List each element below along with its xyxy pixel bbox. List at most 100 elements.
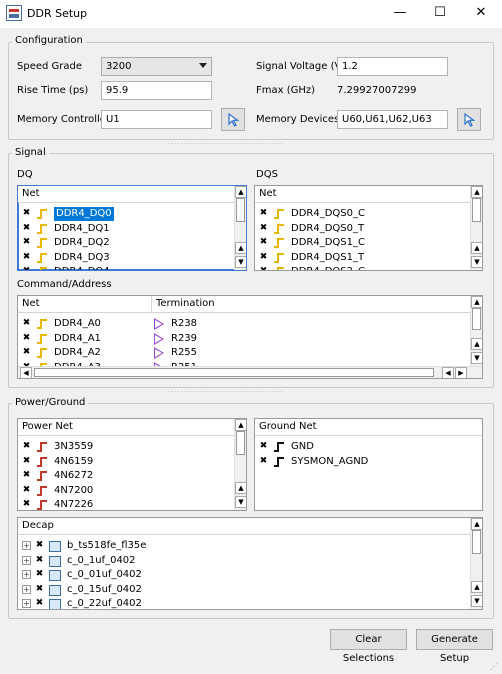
splitter-handle[interactable]: ···································· xyxy=(168,140,284,148)
scroll-up-icon[interactable]: ▲ xyxy=(471,296,482,308)
remove-icon[interactable]: ✖ xyxy=(22,500,31,509)
close-button[interactable]: ✕ xyxy=(473,5,489,21)
memory-controller-input[interactable]: U1 xyxy=(101,110,212,129)
ground-net-header[interactable]: Ground Net xyxy=(255,419,482,436)
remove-icon[interactable]: ✖ xyxy=(22,223,31,233)
rise-time-input[interactable]: 95.9 xyxy=(101,81,212,100)
scroll-up-icon[interactable]: ▲ xyxy=(471,581,482,593)
scroll-up-icon[interactable]: ▲ xyxy=(471,242,482,254)
row-label: GND xyxy=(291,441,314,452)
scroll-up-icon[interactable]: ▲ xyxy=(235,186,246,198)
remove-icon[interactable]: ✖ xyxy=(22,252,31,262)
remove-icon[interactable]: ✖ xyxy=(35,555,44,565)
net-icon xyxy=(274,252,284,263)
remove-icon[interactable]: ✖ xyxy=(22,267,31,271)
power-net-header[interactable]: Power Net xyxy=(18,419,234,436)
remove-icon[interactable]: ✖ xyxy=(22,442,31,451)
remove-icon[interactable]: ✖ xyxy=(259,252,268,262)
dqs-list[interactable]: Net ✖ DDR4_DQS0_C ✖ DDR4_DQS0_T ✖ DDR4_DQS1_C… xyxy=(254,185,483,271)
row-label: DDR4_DQS1_C xyxy=(291,237,365,248)
remove-icon[interactable]: ✖ xyxy=(22,485,31,495)
splitter-handle[interactable]: ···································· xyxy=(168,388,284,396)
scroll-thumb[interactable] xyxy=(236,198,245,222)
expand-icon[interactable]: + xyxy=(22,570,31,579)
ca-vertical-scrollbar[interactable]: ▲ ▲ ▼ xyxy=(470,296,482,366)
scroll-left-icon[interactable]: ◀ xyxy=(20,367,32,378)
dqs-net-header[interactable]: Net xyxy=(255,186,470,203)
row-label: 4N6272 xyxy=(54,470,94,481)
capacitor-icon xyxy=(49,584,61,596)
remove-icon[interactable]: ✖ xyxy=(22,456,31,466)
scroll-up-icon[interactable]: ▲ xyxy=(471,338,482,350)
ca-horizontal-scrollbar[interactable]: ◀ ◀ ▶ xyxy=(18,366,482,378)
dqs-scrollbar[interactable]: ▲ ▲ ▼ xyxy=(470,186,482,270)
expand-icon[interactable]: + xyxy=(22,599,31,608)
remove-icon[interactable]: ✖ xyxy=(35,584,44,594)
scroll-up-icon[interactable]: ▲ xyxy=(235,419,246,431)
scroll-up-icon[interactable]: ▲ xyxy=(235,242,246,254)
fmax-value: 7.29927007299 xyxy=(337,85,417,96)
scroll-right-icon[interactable]: ▶ xyxy=(455,367,467,378)
net-icon xyxy=(274,456,284,467)
ground-net-list[interactable]: Ground Net ✖ GND ✖ SYSMON_AGND xyxy=(254,418,483,511)
power-scrollbar[interactable]: ▲ ▲ ▼ xyxy=(234,419,246,510)
dq-list[interactable]: Net ✖ DDR4_DQ0 ✖ DDR4_DQ1 ✖ DDR4_DQ2 ✖ DDR4_DQ3… xyxy=(17,185,247,271)
scroll-thumb[interactable] xyxy=(236,431,245,455)
scroll-down-icon[interactable]: ▼ xyxy=(235,256,246,268)
command-address-list[interactable]: Net Termination ✖ DDR4_A0 R238 ✖ DDR4_A1 R239… xyxy=(17,295,483,379)
remove-icon[interactable]: ✖ xyxy=(22,319,31,328)
speed-grade-select[interactable]: 3200 xyxy=(101,57,212,76)
memory-devices-pick-button[interactable] xyxy=(457,108,481,131)
remove-icon[interactable]: ✖ xyxy=(259,267,268,271)
remove-icon[interactable]: ✖ xyxy=(259,442,268,451)
remove-icon[interactable]: ✖ xyxy=(22,238,31,247)
row-label: DDR4_DQS0_C xyxy=(291,208,365,219)
remove-icon[interactable]: ✖ xyxy=(259,209,268,218)
remove-icon[interactable]: ✖ xyxy=(35,570,44,579)
expand-icon[interactable]: + xyxy=(22,541,31,550)
power-net-list[interactable]: Power Net ✖ 3N3559 ✖ 4N6159 ✖ 4N6272 ✖ 4N7200 ✖ 4… xyxy=(17,418,247,511)
maximize-button[interactable]: ☐ xyxy=(432,5,448,21)
ca-net-header[interactable]: Net xyxy=(18,296,151,313)
remove-icon[interactable]: ✖ xyxy=(22,471,31,480)
remove-icon[interactable]: ✖ xyxy=(259,223,268,233)
decap-scrollbar[interactable]: ▲ ▲ ▼ xyxy=(470,518,482,609)
decap-header[interactable]: Decap xyxy=(18,518,470,535)
decap-list[interactable]: Decap + ✖ b_ts518fe_fl35e + ✖ c_0_1uf_0402 + ✖ c… xyxy=(17,517,483,610)
scroll-down-icon[interactable]: ▼ xyxy=(235,496,246,508)
net-icon xyxy=(37,500,47,510)
resize-grip-icon[interactable]: ⋰ xyxy=(490,662,498,671)
net-icon xyxy=(37,456,47,467)
scroll-down-icon[interactable]: ▼ xyxy=(471,256,482,268)
scroll-thumb[interactable] xyxy=(472,308,481,330)
termination-icon xyxy=(154,347,164,359)
scroll-down-icon[interactable]: ▼ xyxy=(471,352,482,364)
clear-selections-button[interactable]: Clear Selections xyxy=(330,629,407,664)
scroll-up-icon[interactable]: ▲ xyxy=(471,518,482,530)
memory-controller-pick-button[interactable] xyxy=(221,108,245,131)
remove-icon[interactable]: ✖ xyxy=(35,599,44,608)
scroll-down-icon[interactable]: ▼ xyxy=(471,595,482,607)
remove-icon[interactable]: ✖ xyxy=(22,348,31,357)
scroll-thumb[interactable] xyxy=(34,368,434,377)
net-icon xyxy=(37,442,47,452)
minimize-button[interactable]: — xyxy=(392,5,408,21)
dq-net-header[interactable]: Net xyxy=(18,186,234,203)
scroll-up-icon[interactable]: ▲ xyxy=(471,186,482,198)
signal-voltage-input[interactable]: 1.2 xyxy=(337,57,448,76)
remove-icon[interactable]: ✖ xyxy=(259,456,268,466)
scroll-up-icon[interactable]: ▲ xyxy=(235,482,246,494)
ca-termination-header[interactable]: Termination xyxy=(151,296,470,313)
remove-icon[interactable]: ✖ xyxy=(259,238,268,247)
remove-icon[interactable]: ✖ xyxy=(22,333,31,343)
remove-icon[interactable]: ✖ xyxy=(35,541,44,550)
scroll-thumb[interactable] xyxy=(472,198,481,222)
expand-icon[interactable]: + xyxy=(22,555,31,565)
generate-setup-button[interactable]: Generate Setup xyxy=(416,629,493,664)
memory-devices-input[interactable]: U60,U61,U62,U63 xyxy=(337,110,448,129)
dq-scrollbar[interactable]: ▲ ▲ ▼ xyxy=(234,186,246,270)
remove-icon[interactable]: ✖ xyxy=(22,209,31,218)
scroll-thumb[interactable] xyxy=(472,530,481,554)
expand-icon[interactable]: + xyxy=(22,584,31,594)
scroll-left-icon[interactable]: ◀ xyxy=(442,367,454,378)
